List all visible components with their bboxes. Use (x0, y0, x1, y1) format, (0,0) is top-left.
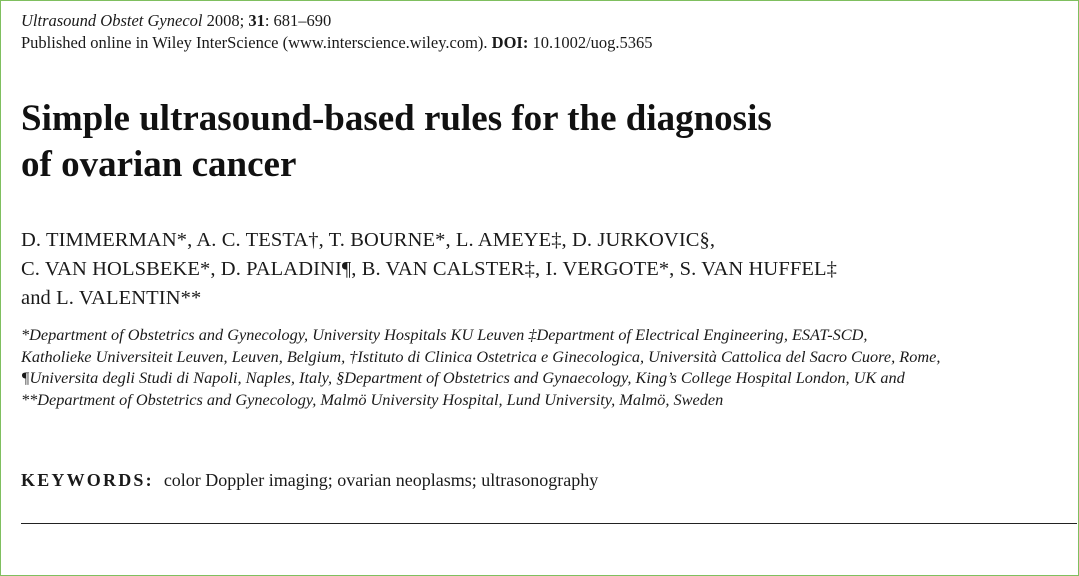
author-list: D. TIMMERMAN*, A. C. TESTA†, T. BOURNE*,… (21, 226, 837, 313)
doi-value: 10.1002/uog.5365 (528, 33, 653, 52)
citation-year: 2008; (202, 11, 249, 30)
title-line-2: of ovarian cancer (21, 144, 297, 185)
author-line-2: C. VAN HOLSBEKE*, D. PALADINI¶, B. VAN C… (21, 258, 837, 280)
publication-line: Published online in Wiley InterScience (… (21, 32, 653, 54)
affiliation-line-2: Katholieke Universiteit Leuven, Leuven, … (21, 346, 941, 366)
citation-block: Ultrasound Obstet Gynecol 2008; 31: 681–… (21, 10, 653, 54)
doi-label: DOI: (491, 33, 529, 52)
article-title: Simple ultrasound-based rules for the di… (21, 96, 772, 188)
citation-line: Ultrasound Obstet Gynecol 2008; 31: 681–… (21, 10, 653, 32)
citation-pages: : 681–690 (264, 11, 332, 30)
keywords-value: color Doppler imaging; ovarian neoplasms… (163, 470, 599, 490)
affiliations-block: *Department of Obstetrics and Gynecology… (21, 324, 1077, 410)
journal-name: Ultrasound Obstet Gynecol (21, 11, 203, 30)
affiliation-line-4: **Department of Obstetrics and Gynecolog… (21, 389, 724, 409)
author-line-1: D. TIMMERMAN*, A. C. TESTA†, T. BOURNE*,… (21, 229, 716, 251)
citation-volume: 31 (248, 11, 265, 30)
published-online-text: Published online in Wiley InterScience (… (21, 33, 492, 52)
keywords-block: KEYWORDS: color Doppler imaging; ovarian … (21, 468, 598, 492)
affiliation-line-1: *Department of Obstetrics and Gynecology… (21, 325, 868, 344)
affiliation-line-3: ¶Universita degli Studi di Napoli, Naple… (21, 368, 905, 387)
section-divider (21, 523, 1077, 524)
author-line-3: and L. VALENTIN** (21, 287, 202, 309)
keywords-label: KEYWORDS: (21, 470, 154, 490)
title-line-1: Simple ultrasound-based rules for the di… (21, 98, 772, 139)
